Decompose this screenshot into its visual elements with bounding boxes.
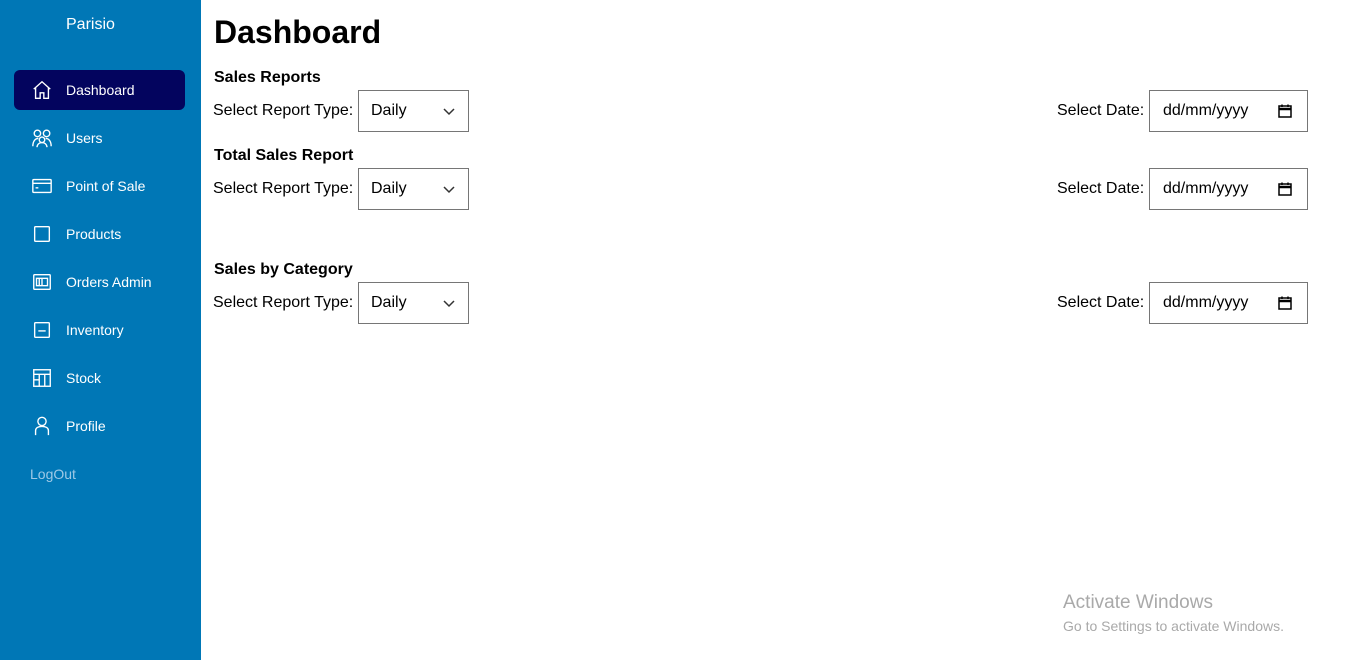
sidebar-item-label: Orders Admin (66, 274, 152, 290)
date-input[interactable]: dd/mm/yyyy (1149, 168, 1308, 210)
report-type-label: Select Report Type: (213, 294, 354, 311)
date-placeholder: dd/mm/yyyy (1163, 180, 1249, 197)
sidebar-item-label: Inventory (66, 322, 124, 338)
calendar-icon[interactable] (1277, 181, 1293, 197)
users-icon (30, 126, 54, 150)
section-title-sales-reports: Sales Reports (214, 69, 321, 86)
orders-icon (30, 270, 54, 294)
calendar-icon[interactable] (1277, 103, 1293, 119)
stock-icon (30, 366, 54, 390)
sidebar-item-profile[interactable]: Profile (14, 406, 185, 446)
main-content: Dashboard Sales Reports Select Report Ty… (201, 0, 1348, 660)
activate-windows-subtitle: Go to Settings to activate Windows. (1063, 618, 1284, 634)
inventory-icon (30, 318, 54, 342)
report-type-select[interactable]: Daily (358, 282, 469, 324)
sidebar-item-label: Dashboard (66, 82, 135, 98)
report-type-select[interactable]: Daily (358, 90, 469, 132)
report-type-select[interactable]: Daily (358, 168, 469, 210)
sidebar-item-stock[interactable]: Stock (14, 358, 185, 398)
sidebar-item-orders-admin[interactable]: Orders Admin (14, 262, 185, 302)
sidebar: Parisio Dashboard Users Point of Sale Pr… (0, 0, 201, 660)
sidebar-item-inventory[interactable]: Inventory (14, 310, 185, 350)
square-icon (30, 222, 54, 246)
date-placeholder: dd/mm/yyyy (1163, 294, 1249, 311)
home-icon (30, 78, 54, 102)
date-placeholder: dd/mm/yyyy (1163, 102, 1249, 119)
report-type-label: Select Report Type: (213, 180, 354, 197)
report-type-label: Select Report Type: (213, 102, 354, 119)
profile-icon (30, 414, 54, 438)
date-input[interactable]: dd/mm/yyyy (1149, 282, 1308, 324)
sidebar-item-label: Stock (66, 370, 102, 386)
sidebar-item-label: Profile (66, 418, 106, 434)
activate-windows-title: Activate Windows (1063, 592, 1213, 613)
chevron-down-icon (443, 186, 455, 194)
sidebar-item-products[interactable]: Products (14, 214, 185, 254)
sidebar-item-label: Products (66, 226, 122, 242)
card-icon (30, 174, 54, 198)
sidebar-item-dashboard[interactable]: Dashboard (14, 70, 185, 110)
date-label: Select Date: (1057, 102, 1145, 119)
calendar-icon[interactable] (1277, 295, 1293, 311)
brand-name: Parisio (66, 16, 115, 33)
sidebar-item-label: Point of Sale (66, 178, 146, 194)
page-title: Dashboard (214, 14, 382, 50)
date-label: Select Date: (1057, 294, 1145, 311)
date-label: Select Date: (1057, 180, 1145, 197)
report-type-value: Daily (371, 102, 407, 119)
section-title-total-sales-report: Total Sales Report (214, 147, 354, 164)
sidebar-item-users[interactable]: Users (14, 118, 185, 158)
date-input[interactable]: dd/mm/yyyy (1149, 90, 1308, 132)
section-title-sales-by-category: Sales by Category (214, 261, 353, 278)
chevron-down-icon (443, 108, 455, 116)
sidebar-item-label: Users (66, 130, 103, 146)
report-type-value: Daily (371, 294, 407, 311)
logout-link[interactable]: LogOut (30, 466, 76, 482)
report-type-value: Daily (371, 180, 407, 197)
chevron-down-icon (443, 300, 455, 308)
sidebar-item-point-of-sale[interactable]: Point of Sale (14, 166, 185, 206)
